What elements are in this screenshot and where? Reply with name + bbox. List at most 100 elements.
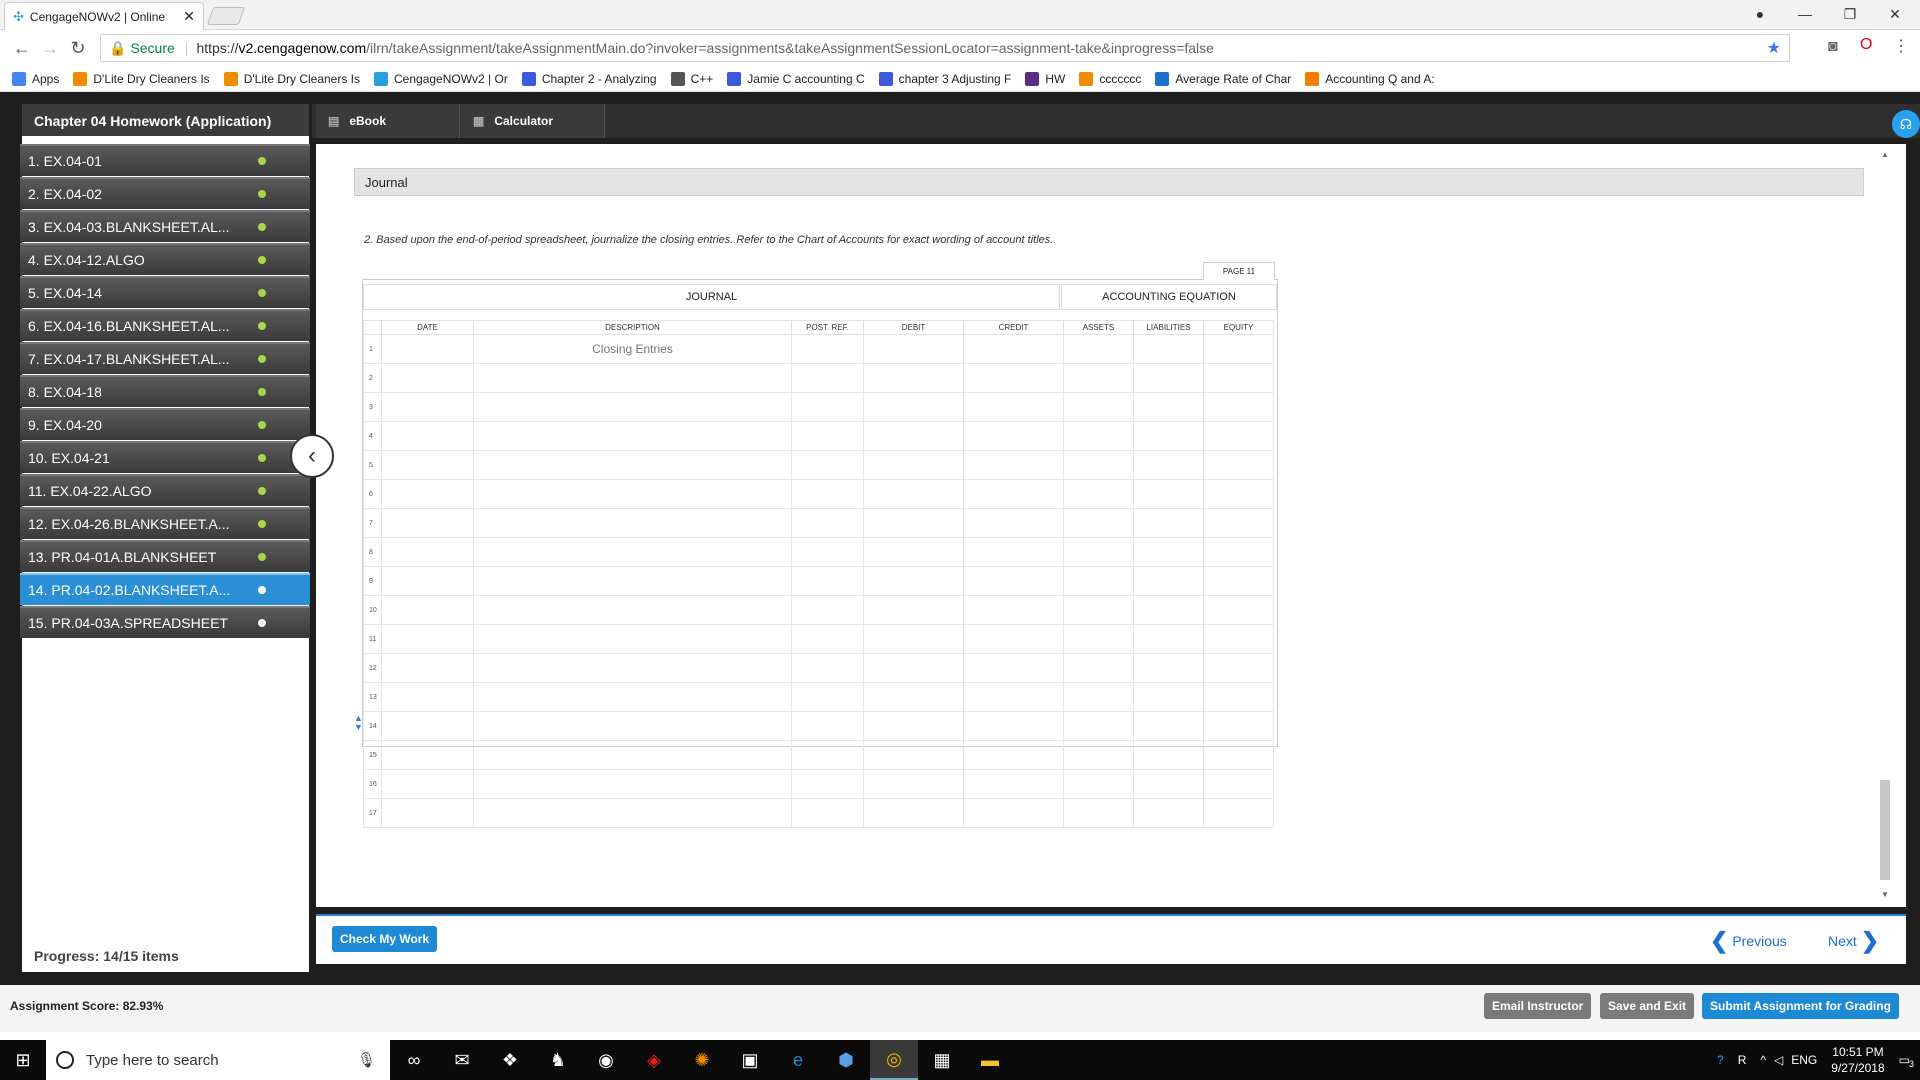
liabilities-cell[interactable] — [1133, 682, 1204, 712]
opera-icon[interactable]: O — [1860, 36, 1872, 54]
post-ref-cell[interactable] — [791, 798, 864, 828]
description-cell[interactable] — [473, 653, 792, 683]
url-bar[interactable]: 🔒 Secure | https://v2.cengagenow.com/ilrn… — [100, 34, 1790, 62]
debit-cell[interactable] — [863, 682, 964, 712]
bookmark-item[interactable]: CengageNOWv2 | Or — [374, 71, 508, 86]
bookmark-item[interactable]: HW — [1025, 71, 1065, 86]
assets-cell[interactable] — [1063, 479, 1134, 509]
down-arrow-icon[interactable]: ▼ — [354, 722, 363, 732]
liabilities-cell[interactable] — [1133, 508, 1204, 538]
question-item[interactable]: 4. EX.04-12.ALGO — [20, 243, 310, 275]
credit-cell[interactable] — [963, 450, 1064, 480]
reload-icon[interactable]: ↻ — [64, 38, 92, 59]
game-icon[interactable]: ♞ — [534, 1040, 582, 1080]
post-ref-cell[interactable] — [791, 479, 864, 509]
close-tab-icon[interactable]: ✕ — [183, 8, 195, 25]
credit-cell[interactable] — [963, 479, 1064, 509]
assets-cell[interactable] — [1063, 363, 1134, 393]
secure-indicator[interactable]: 🔒 Secure — [109, 40, 175, 57]
bookmark-item[interactable]: C++ — [670, 71, 713, 86]
equity-cell[interactable] — [1203, 682, 1274, 712]
description-cell[interactable] — [473, 624, 792, 654]
question-item[interactable]: 14. PR.04-02.BLANKSHEET.A... — [20, 573, 310, 605]
help-icon[interactable]: ? — [1717, 1053, 1724, 1067]
credit-cell[interactable] — [963, 653, 1064, 683]
liabilities-cell[interactable] — [1133, 334, 1204, 364]
debit-cell[interactable] — [863, 653, 964, 683]
calculator-app-icon[interactable]: ▦ — [918, 1040, 966, 1080]
post-ref-cell[interactable] — [791, 624, 864, 654]
bookmark-item[interactable]: D'Lite Dry Cleaners Is — [223, 71, 360, 86]
debit-cell[interactable] — [863, 624, 964, 654]
clock[interactable]: 10:51 PM 9/27/2018 — [1831, 1044, 1884, 1076]
post-ref-cell[interactable] — [791, 682, 864, 712]
post-ref-cell[interactable] — [791, 537, 864, 567]
assets-cell[interactable] — [1063, 711, 1134, 741]
save-and-exit-button[interactable]: Save and Exit — [1600, 993, 1695, 1019]
menu-kebab-icon[interactable]: ⋮ — [1893, 36, 1909, 56]
bookmark-item[interactable]: chapter 3 Adjusting F — [878, 71, 1011, 86]
post-ref-cell[interactable] — [791, 711, 864, 741]
date-cell[interactable] — [381, 479, 474, 509]
date-cell[interactable] — [381, 421, 474, 451]
debit-cell[interactable] — [863, 334, 964, 364]
bookmark-item[interactable]: Average Rate of Char — [1155, 71, 1291, 86]
date-cell[interactable] — [381, 450, 474, 480]
equity-cell[interactable] — [1203, 624, 1274, 654]
assets-cell[interactable] — [1063, 566, 1134, 596]
notifications-icon[interactable]: ▭ 3 — [1899, 1053, 1914, 1069]
credit-cell[interactable] — [963, 392, 1064, 422]
credit-cell[interactable] — [963, 421, 1064, 451]
date-cell[interactable] — [381, 740, 474, 770]
chrome-icon[interactable]: ◎ — [870, 1040, 918, 1080]
post-ref-cell[interactable] — [791, 334, 864, 364]
post-ref-cell[interactable] — [791, 595, 864, 625]
equity-cell[interactable] — [1203, 711, 1274, 741]
equity-cell[interactable] — [1203, 421, 1274, 451]
date-cell[interactable] — [381, 537, 474, 567]
app-red-icon[interactable]: ◈ — [630, 1040, 678, 1080]
question-item[interactable]: 2. EX.04-02 — [20, 177, 310, 209]
post-ref-cell[interactable] — [791, 566, 864, 596]
mail-icon[interactable]: ✉ — [438, 1040, 486, 1080]
liabilities-cell[interactable] — [1133, 798, 1204, 828]
debit-cell[interactable] — [863, 740, 964, 770]
question-item[interactable]: 8. EX.04-18 — [20, 375, 310, 407]
scroll-down-icon[interactable]: ▼ — [1881, 890, 1889, 899]
liabilities-cell[interactable] — [1133, 711, 1204, 741]
description-cell[interactable] — [473, 769, 792, 799]
check-my-work-button[interactable]: Check My Work — [332, 926, 438, 952]
post-ref-cell[interactable] — [791, 450, 864, 480]
debit-cell[interactable] — [863, 508, 964, 538]
debit-cell[interactable] — [863, 392, 964, 422]
origin-icon[interactable]: ✺ — [678, 1040, 726, 1080]
description-cell[interactable] — [473, 537, 792, 567]
description-cell[interactable] — [473, 711, 792, 741]
credit-cell[interactable] — [963, 363, 1064, 393]
post-ref-cell[interactable] — [791, 392, 864, 422]
question-item[interactable]: 13. PR.04-01A.BLANKSHEET — [20, 540, 310, 572]
debit-cell[interactable] — [863, 537, 964, 567]
store-icon[interactable]: ▣ — [726, 1040, 774, 1080]
liabilities-cell[interactable] — [1133, 566, 1204, 596]
credit-cell[interactable] — [963, 711, 1064, 741]
row-stepper[interactable]: ▲ ▼ — [354, 714, 363, 732]
virtualbox-icon[interactable]: ⬢ — [822, 1040, 870, 1080]
previous-button[interactable]: ❮ Previous — [1710, 928, 1787, 954]
equity-cell[interactable] — [1203, 363, 1274, 393]
question-item[interactable]: 12. EX.04-26.BLANKSHEET.A... — [20, 507, 310, 539]
date-cell[interactable] — [381, 595, 474, 625]
extension-camera-icon[interactable]: ◙ — [1828, 38, 1838, 56]
assets-cell[interactable] — [1063, 508, 1134, 538]
credit-cell[interactable] — [963, 537, 1064, 567]
credit-cell[interactable] — [963, 624, 1064, 654]
date-cell[interactable] — [381, 624, 474, 654]
next-button[interactable]: Next ❯ — [1828, 928, 1879, 954]
liabilities-cell[interactable] — [1133, 421, 1204, 451]
close-window-icon[interactable]: ✕ — [1875, 0, 1915, 28]
equity-cell[interactable] — [1203, 566, 1274, 596]
debit-cell[interactable] — [863, 711, 964, 741]
assets-cell[interactable] — [1063, 624, 1134, 654]
date-cell[interactable] — [381, 769, 474, 799]
description-cell[interactable] — [473, 479, 792, 509]
